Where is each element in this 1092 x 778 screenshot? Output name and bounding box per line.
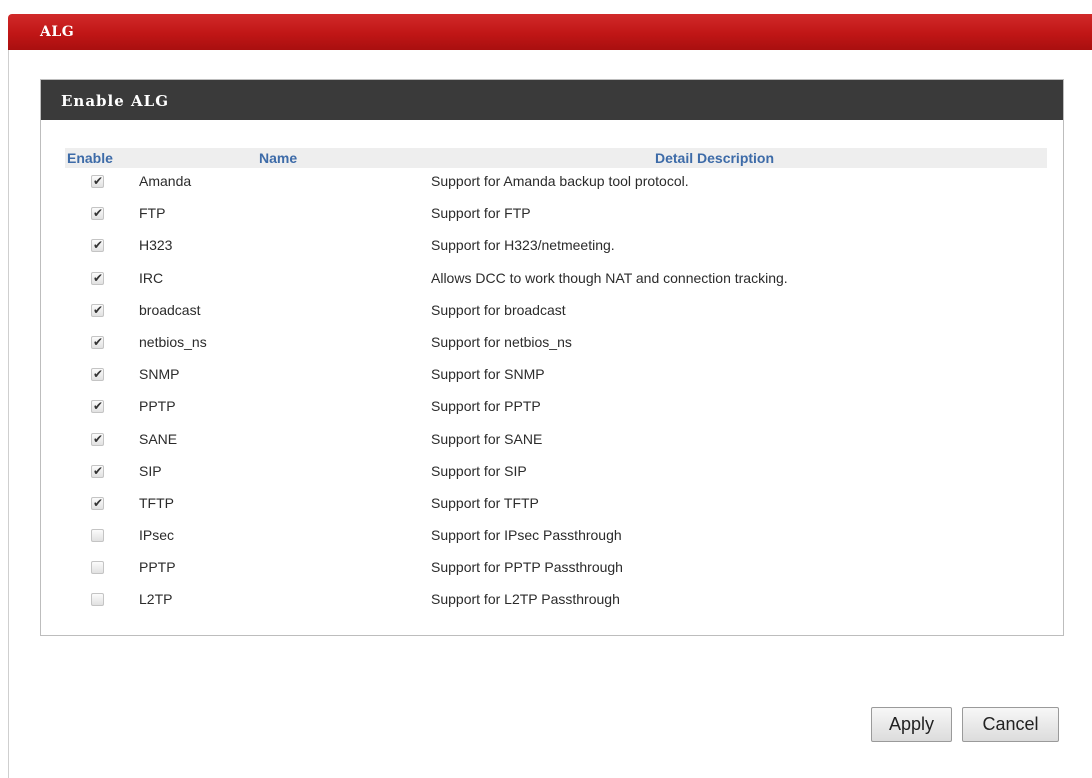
enable-checkbox[interactable]: ✔ xyxy=(91,399,104,414)
checkmark-icon: ✔ xyxy=(93,270,104,285)
alg-name: SIP xyxy=(139,462,162,479)
alg-description: Support for IPsec Passthrough xyxy=(431,527,622,544)
alg-name: H323 xyxy=(139,237,173,254)
column-header-enable: Enable xyxy=(67,150,113,166)
alg-name: Amanda xyxy=(139,173,192,189)
enable-checkbox[interactable]: ✔ xyxy=(91,529,104,543)
enable-alg-panel: Enable ALG Enable Name Detail Descriptio… xyxy=(40,79,1064,636)
table-row: ✔ netbios_ns Support for netbios_ns xyxy=(41,334,1063,366)
enable-checkbox[interactable]: ✔ xyxy=(91,270,104,285)
checkmark-icon: ✔ xyxy=(93,238,104,253)
cancel-button[interactable]: Cancel xyxy=(962,707,1059,742)
alg-description: Support for netbios_ns xyxy=(431,333,572,350)
alg-description: Support for FTP xyxy=(431,205,531,222)
alg-description: Support for PPTP xyxy=(431,398,541,415)
alg-name: L2TP xyxy=(139,591,173,608)
table-row: ✔ PPTP Support for PPTP xyxy=(41,398,1063,430)
table-row: ✔ FTP Support for FTP xyxy=(41,205,1063,237)
checkmark-icon: ✔ xyxy=(93,431,104,446)
enable-checkbox[interactable]: ✔ xyxy=(91,206,104,221)
alg-name: broadcast xyxy=(139,301,201,318)
table-row: ✔ L2TP Support for L2TP Passthrough xyxy=(41,591,1063,623)
alg-description: Support for H323/netmeeting. xyxy=(431,237,615,254)
checkmark-icon: ✔ xyxy=(93,334,104,349)
alg-name: PPTP xyxy=(139,398,176,415)
title-bar: ALG xyxy=(8,14,1092,50)
alg-name: IRC xyxy=(139,269,164,286)
table-row: ✔ IPsec Support for IPsec Passthrough xyxy=(41,527,1063,559)
alg-description: Support for L2TP Passthrough xyxy=(431,591,620,608)
alg-description: Support for SIP xyxy=(431,462,527,479)
enable-checkbox[interactable]: ✔ xyxy=(91,367,104,382)
checkmark-icon: ✔ xyxy=(93,463,104,478)
enable-checkbox[interactable]: ✔ xyxy=(91,174,104,188)
enable-checkbox[interactable]: ✔ xyxy=(91,238,104,253)
alg-name: SANE xyxy=(139,430,178,447)
alg-name: netbios_ns xyxy=(139,333,207,350)
alg-description: Support for PPTP Passthrough xyxy=(431,559,623,576)
checkmark-icon: ✔ xyxy=(93,174,104,188)
alg-description: Support for broadcast xyxy=(431,301,566,318)
alg-page: ALG Enable ALG Enable Name Detail Descri… xyxy=(0,0,1092,778)
enable-checkbox[interactable]: ✔ xyxy=(91,302,104,317)
enable-checkbox[interactable]: ✔ xyxy=(91,561,104,575)
enable-checkbox[interactable]: ✔ xyxy=(91,593,104,607)
alg-description: Support for SNMP xyxy=(431,366,545,383)
table-header: Enable Name Detail Description xyxy=(65,148,1047,168)
table-row: ✔ Amanda Support for Amanda backup tool pr… xyxy=(41,173,1063,205)
table-row: ✔ SANE Support for SANE xyxy=(41,431,1063,463)
table-row: ✔ IRC Allows DCC to work though NAT and co… xyxy=(41,270,1063,302)
panel-title: Enable ALG xyxy=(61,92,170,110)
checkmark-icon: ✔ xyxy=(93,399,104,414)
alg-description: Allows DCC to work though NAT and connec… xyxy=(431,269,788,286)
table-row: ✔ broadcast Support for broadcast xyxy=(41,302,1063,334)
table-row: ✔ PPTP Support for PPTP Passthrough xyxy=(41,559,1063,591)
table-row: ✔ TFTP Support for TFTP xyxy=(41,495,1063,527)
checkmark-icon: ✔ xyxy=(93,206,104,221)
alg-description: Support for TFTP xyxy=(431,494,539,511)
alg-description: Support for Amanda backup tool protocol. xyxy=(431,173,689,189)
alg-description: Support for SANE xyxy=(431,430,543,447)
checkmark-icon: ✔ xyxy=(93,302,104,317)
table-row: ✔ H323 Support for H323/netmeeting. xyxy=(41,237,1063,269)
enable-checkbox[interactable]: ✔ xyxy=(91,495,104,510)
table-row: ✔ SNMP Support for SNMP xyxy=(41,366,1063,398)
column-header-description: Detail Description xyxy=(655,150,775,166)
enable-checkbox[interactable]: ✔ xyxy=(91,334,104,349)
alg-name: IPsec xyxy=(139,527,175,544)
column-header-name: Name xyxy=(259,150,298,166)
enable-checkbox[interactable]: ✔ xyxy=(91,431,104,446)
enable-checkbox[interactable]: ✔ xyxy=(91,463,104,478)
page-title: ALG xyxy=(40,24,75,40)
table-row: ✔ SIP Support for SIP xyxy=(41,463,1063,495)
alg-table-body: ✔ Amanda Support for Amanda backup tool pr… xyxy=(41,173,1063,624)
checkmark-icon: ✔ xyxy=(93,367,104,382)
checkmark-icon: ✔ xyxy=(93,495,104,510)
alg-name: SNMP xyxy=(139,366,180,383)
alg-name: PPTP xyxy=(139,559,176,576)
alg-name: FTP xyxy=(139,205,166,222)
apply-button[interactable]: Apply xyxy=(871,707,952,742)
left-border xyxy=(8,50,9,778)
panel-header: Enable ALG xyxy=(41,80,1063,120)
alg-name: TFTP xyxy=(139,494,174,511)
